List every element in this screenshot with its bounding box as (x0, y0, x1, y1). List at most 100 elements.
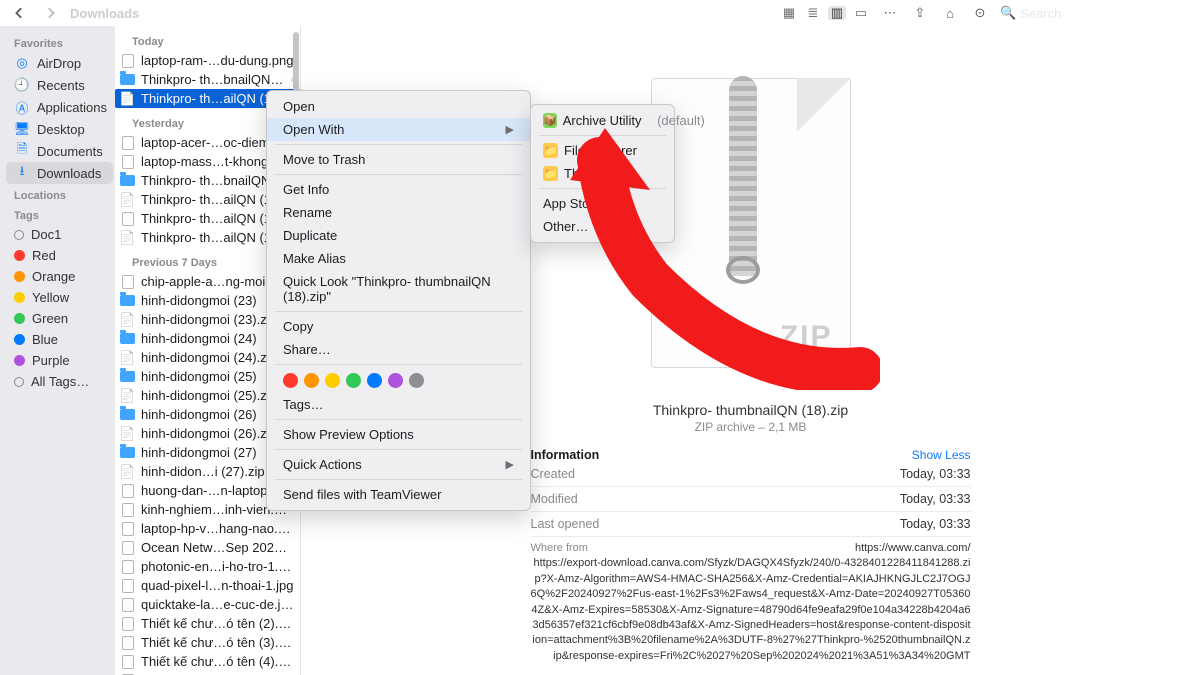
folder-icon (120, 369, 135, 384)
tag-icon[interactable]: ⌂ (940, 3, 960, 23)
separator (539, 135, 666, 136)
view-icon-gallery[interactable]: ▭ (852, 6, 870, 20)
view-mode-group[interactable]: ▦ ≣ ▥ ▭ (780, 6, 870, 20)
sm-archive-utility[interactable]: 📦Archive Utility (default) (531, 109, 674, 132)
image-icon (120, 53, 135, 68)
chevron-right-icon: ▶ (506, 123, 514, 136)
tag-dot-icon (14, 230, 24, 240)
tag-dot-icon (14, 292, 25, 303)
documents-icon: 🗎 (14, 143, 30, 159)
file-name: photonic-en…i-ho-tro-1.jpg (141, 559, 294, 574)
cm-open-with[interactable]: Open With▶ (267, 118, 530, 141)
cm-share[interactable]: Share… (267, 338, 530, 361)
zip-icon: 📄 (120, 426, 135, 441)
chevron-right-icon: ▶ (506, 458, 514, 471)
sidebar-tag-orange[interactable]: Orange (6, 266, 113, 287)
cm-quick-look[interactable]: Quick Look "Thinkpro- thumbnailQN (18).z… (267, 270, 530, 308)
tag-color-dot[interactable] (409, 373, 424, 388)
file-item[interactable]: Thiết kế chư…ó tên (2).png (115, 614, 300, 633)
tag-color-dot[interactable] (367, 373, 382, 388)
sm-unarchiver[interactable]: 📁The Un… (531, 162, 674, 185)
tag-dot-icon (14, 313, 25, 324)
tag-color-dot[interactable] (325, 373, 340, 388)
tag-dot-icon (14, 334, 25, 345)
group-icon[interactable]: ⋯ (880, 3, 900, 23)
image-icon (120, 274, 135, 289)
search-field[interactable]: 🔍 Search (1000, 5, 1190, 21)
cm-quick-actions[interactable]: Quick Actions▶ (267, 453, 530, 476)
view-icon-grid[interactable]: ▦ (780, 6, 798, 20)
sm-app-store[interactable]: App Store… (531, 192, 674, 215)
cm-get-info[interactable]: Get Info (267, 178, 530, 201)
file-item[interactable]: quicktake-la…e-cuc-de.jpg (115, 595, 300, 614)
file-subtitle: ZIP archive – 2,1 MB (531, 420, 971, 434)
cm-trash[interactable]: Move to Trash (267, 148, 530, 171)
sidebar-item-applications[interactable]: ⒶApplications (6, 96, 113, 118)
cm-duplicate[interactable]: Duplicate (267, 224, 530, 247)
meta-row: Last openedToday, 03:33 (531, 511, 971, 536)
file-name: Thiết kế chư…ó tên (2).png (141, 616, 294, 631)
clock-icon: 🕘 (14, 77, 30, 93)
tag-color-dot[interactable] (346, 373, 361, 388)
file-item[interactable]: Thiết kế chư…ó tên (4).png (115, 652, 300, 671)
share-icon[interactable]: ⇪ (910, 3, 930, 23)
nav-fwd-icon[interactable] (40, 3, 60, 23)
file-item[interactable]: Thinkpro- th…bnailQN (18)› (115, 70, 300, 89)
folder-icon (120, 173, 135, 188)
cm-teamviewer[interactable]: Send files with TeamViewer (267, 483, 530, 506)
folder-icon (120, 407, 135, 422)
sidebar-tag-alltags[interactable]: All Tags… (6, 371, 113, 392)
file-item[interactable]: photonic-en…i-ho-tro-1.jpg (115, 557, 300, 576)
sm-other[interactable]: Other… (531, 215, 674, 238)
zip-icon: 📄 (120, 230, 135, 245)
sidebar-tag-doc1[interactable]: Doc1 (6, 224, 113, 245)
file-item[interactable]: Thiết kế chư…ó tên (5).png (115, 671, 300, 675)
separator (275, 364, 522, 365)
cm-make-alias[interactable]: Make Alias (267, 247, 530, 270)
file-item[interactable]: Ocean Netw…Sep 2024.pdf (115, 538, 300, 557)
zip-icon: 📄 (120, 91, 135, 106)
zip-icon: 📄 (120, 192, 135, 207)
sidebar-item-documents[interactable]: 🗎Documents (6, 140, 113, 162)
sidebar-item-downloads[interactable]: ⭳Downloads (6, 162, 113, 184)
view-icon-list[interactable]: ≣ (804, 6, 822, 20)
folder-icon (120, 72, 135, 87)
tag-dot-icon (14, 355, 25, 366)
separator (275, 174, 522, 175)
action-icon[interactable]: ⊙ (970, 3, 990, 23)
cm-tag-colors[interactable] (267, 368, 530, 393)
file-item[interactable]: laptop-ram-…du-dung.png (115, 51, 300, 70)
zip-icon: 📄 (120, 464, 135, 479)
tag-color-dot[interactable] (388, 373, 403, 388)
sidebar-item-desktop[interactable]: 🖥Desktop (6, 118, 113, 140)
file-name: laptop-hp-v…hang-nao.png (141, 521, 294, 536)
sidebar-tag-green[interactable]: Green (6, 308, 113, 329)
sidebar-tag-yellow[interactable]: Yellow (6, 287, 113, 308)
sidebar-tag-blue[interactable]: Blue (6, 329, 113, 350)
sidebar-item-airdrop[interactable]: ◎AirDrop (6, 52, 113, 74)
file-item[interactable]: quad-pixel-l…n-thoai-1.jpg (115, 576, 300, 595)
image-icon (120, 135, 135, 150)
cm-open[interactable]: Open (267, 95, 530, 118)
show-less-link[interactable]: Show Less (912, 448, 971, 462)
tag-color-dot[interactable] (304, 373, 319, 388)
cm-rename[interactable]: Rename (267, 201, 530, 224)
sidebar-tag-red[interactable]: Red (6, 245, 113, 266)
view-icon-columns[interactable]: ▥ (828, 6, 846, 20)
cm-tags-label[interactable]: Tags… (267, 393, 530, 416)
nav-back-icon[interactable] (10, 3, 30, 23)
file-title: Thinkpro- thumbnailQN (18).zip (531, 402, 971, 418)
sm-file-explorer[interactable]: 📁File Explorer (531, 139, 674, 162)
sidebar-item-recents[interactable]: 🕘Recents (6, 74, 113, 96)
image-icon (120, 635, 135, 650)
file-item[interactable]: laptop-hp-v…hang-nao.png (115, 519, 300, 538)
finder-window: Downloads ▦ ≣ ▥ ▭ ⋯ ⇪ ⌂ ⊙ 🔍 Search Favor… (0, 0, 1200, 675)
tag-color-dot[interactable] (283, 373, 298, 388)
cm-show-preview[interactable]: Show Preview Options (267, 423, 530, 446)
where-from-value: https://www.canva.com/ https://export-do… (531, 541, 971, 664)
cm-copy[interactable]: Copy (267, 315, 530, 338)
file-name: quad-pixel-l…n-thoai-1.jpg (141, 578, 294, 593)
sidebar-tag-purple[interactable]: Purple (6, 350, 113, 371)
image-icon (120, 597, 135, 612)
file-item[interactable]: Thiết kế chư…ó tên (3).png (115, 633, 300, 652)
